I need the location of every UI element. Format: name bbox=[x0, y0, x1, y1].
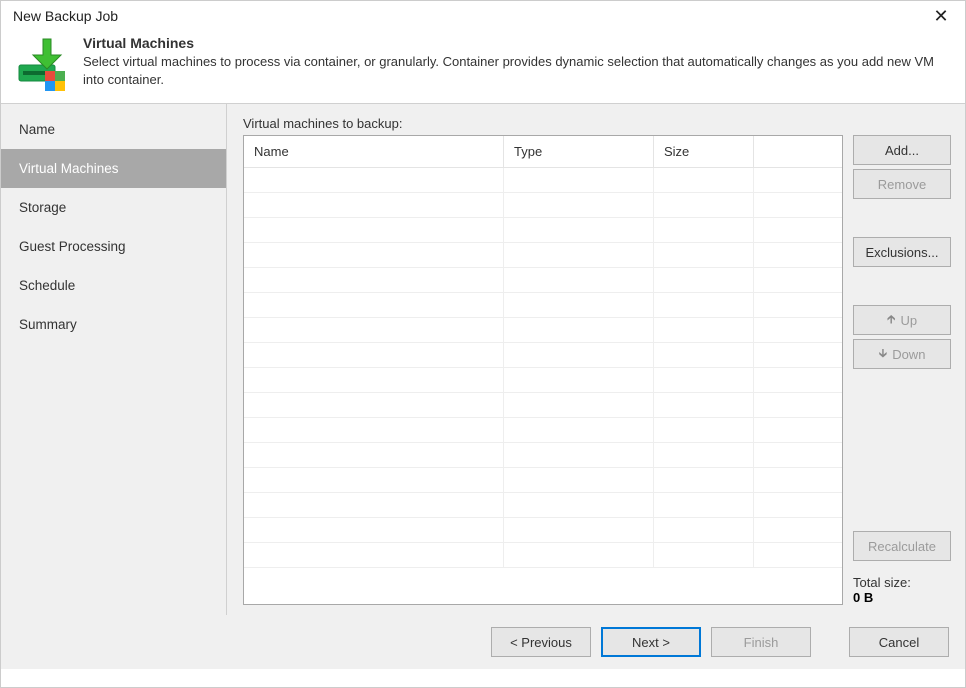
wizard-steps-sidebar: Name Virtual Machines Storage Guest Proc… bbox=[1, 104, 227, 615]
remove-button: Remove bbox=[853, 169, 951, 199]
table-row[interactable] bbox=[244, 268, 842, 293]
total-size-block: Total size: 0 B bbox=[853, 575, 951, 605]
list-label: Virtual machines to backup: bbox=[243, 116, 951, 131]
move-down-button: 🡳 Down bbox=[853, 339, 951, 369]
sidebar-item-name[interactable]: Name bbox=[1, 110, 226, 149]
column-header-spacer bbox=[754, 136, 842, 167]
table-row[interactable] bbox=[244, 518, 842, 543]
arrow-up-icon: 🡱 bbox=[887, 310, 896, 331]
table-row[interactable] bbox=[244, 168, 842, 193]
exclusions-button[interactable]: Exclusions... bbox=[853, 237, 951, 267]
table-row[interactable] bbox=[244, 368, 842, 393]
total-size-value: 0 B bbox=[853, 590, 951, 605]
move-up-button: 🡱 Up bbox=[853, 305, 951, 335]
table-row[interactable] bbox=[244, 443, 842, 468]
table-row[interactable] bbox=[244, 243, 842, 268]
arrow-down-icon: 🡳 bbox=[879, 344, 888, 365]
move-up-label: Up bbox=[901, 313, 918, 328]
wizard-header: Virtual Machines Select virtual machines… bbox=[1, 29, 965, 103]
table-row[interactable] bbox=[244, 343, 842, 368]
titlebar: New Backup Job ✕ bbox=[1, 1, 965, 29]
table-body bbox=[244, 168, 842, 604]
vm-table[interactable]: Name Type Size bbox=[243, 135, 843, 605]
table-row[interactable] bbox=[244, 393, 842, 418]
window-title: New Backup Job bbox=[13, 8, 118, 24]
table-row[interactable] bbox=[244, 418, 842, 443]
previous-button[interactable]: < Previous bbox=[491, 627, 591, 657]
table-row[interactable] bbox=[244, 543, 842, 568]
sidebar-item-summary[interactable]: Summary bbox=[1, 305, 226, 344]
add-button[interactable]: Add... bbox=[853, 135, 951, 165]
table-row[interactable] bbox=[244, 493, 842, 518]
backup-icon bbox=[15, 35, 71, 91]
wizard-body: Name Virtual Machines Storage Guest Proc… bbox=[1, 103, 965, 615]
table-row[interactable] bbox=[244, 293, 842, 318]
wizard-footer: < Previous Next > Finish Cancel bbox=[1, 615, 965, 669]
total-size-label: Total size: bbox=[853, 575, 951, 590]
table-row[interactable] bbox=[244, 218, 842, 243]
next-button[interactable]: Next > bbox=[601, 627, 701, 657]
table-row[interactable] bbox=[244, 193, 842, 218]
table-row[interactable] bbox=[244, 318, 842, 343]
sidebar-item-schedule[interactable]: Schedule bbox=[1, 266, 226, 305]
side-buttons: Add... Remove Exclusions... 🡱 Up 🡳 Down … bbox=[853, 135, 951, 605]
table-row[interactable] bbox=[244, 468, 842, 493]
content-pane: Virtual machines to backup: Name Type Si… bbox=[227, 104, 965, 615]
finish-button: Finish bbox=[711, 627, 811, 657]
close-icon[interactable]: ✕ bbox=[927, 7, 955, 25]
move-down-label: Down bbox=[892, 347, 925, 362]
page-title: Virtual Machines bbox=[83, 35, 951, 51]
sidebar-item-storage[interactable]: Storage bbox=[1, 188, 226, 227]
table-header: Name Type Size bbox=[244, 136, 842, 168]
column-header-name[interactable]: Name bbox=[244, 136, 504, 167]
recalculate-button: Recalculate bbox=[853, 531, 951, 561]
page-description: Select virtual machines to process via c… bbox=[83, 53, 951, 88]
column-header-size[interactable]: Size bbox=[654, 136, 754, 167]
sidebar-item-virtual-machines[interactable]: Virtual Machines bbox=[1, 149, 226, 188]
cancel-button[interactable]: Cancel bbox=[849, 627, 949, 657]
column-header-type[interactable]: Type bbox=[504, 136, 654, 167]
sidebar-item-guest-processing[interactable]: Guest Processing bbox=[1, 227, 226, 266]
